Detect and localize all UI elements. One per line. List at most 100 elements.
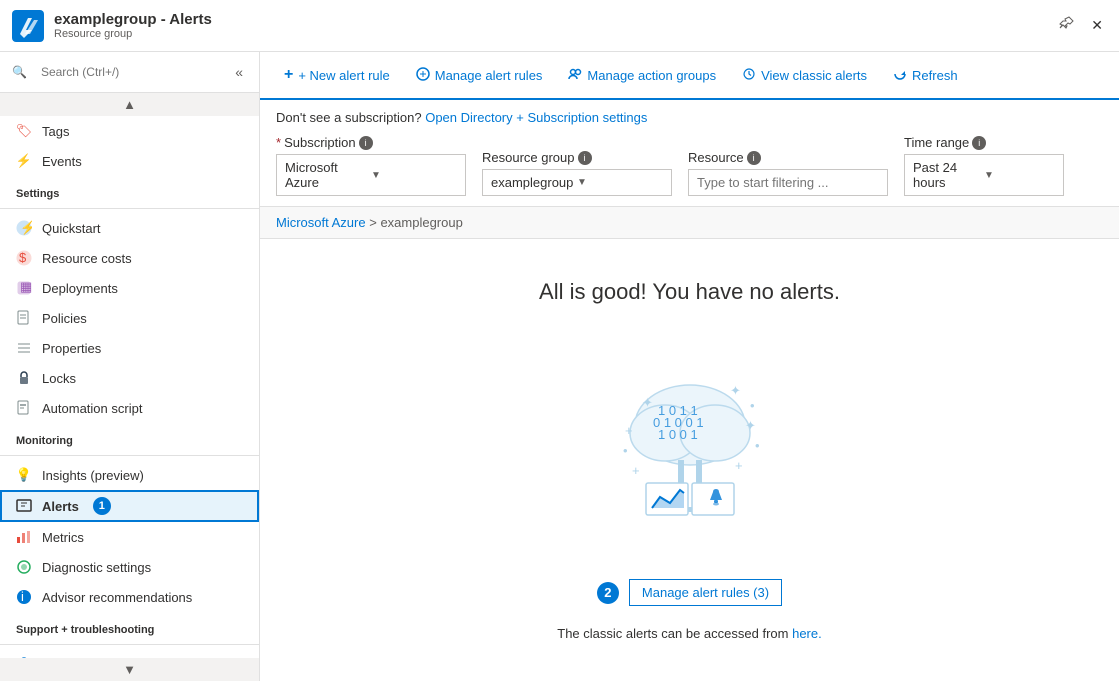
sidebar-label-deployments: Deployments (42, 281, 118, 296)
filter-group-resource: Resource i (688, 150, 888, 196)
sidebar: 🔍 « ▲ 🏷 Tags ⚡ Events Settings ⚡ (0, 52, 260, 681)
manage-link-badge: 2 (597, 582, 619, 604)
open-directory-link[interactable]: Open Directory + Subscription settings (425, 110, 647, 125)
sidebar-item-support[interactable]: New support request (0, 649, 259, 658)
diagnostic-icon (16, 559, 32, 575)
svg-text:$: $ (19, 250, 27, 265)
time-range-label: Time range i (904, 135, 1064, 150)
policies-icon (16, 310, 32, 326)
section-settings: Settings (0, 176, 259, 204)
sidebar-item-events[interactable]: ⚡ Events (0, 146, 259, 176)
breadcrumb-separator: > (369, 215, 380, 230)
manage-alert-rules-icon (416, 67, 430, 84)
subscription-info-icon[interactable]: i (359, 136, 373, 150)
sidebar-label-metrics: Metrics (42, 530, 84, 545)
sidebar-label-automation: Automation script (42, 401, 142, 416)
search-input[interactable] (33, 61, 225, 83)
content-area: + + New alert rule Manage alert rules Ma… (260, 52, 1119, 681)
subscription-dropdown[interactable]: Microsoft Azure ▼ (276, 154, 466, 196)
sidebar-label-quickstart: Quickstart (42, 221, 101, 236)
resource-label: Resource i (688, 150, 888, 165)
svg-text:•: • (623, 443, 628, 458)
new-alert-rule-button[interactable]: + + New alert rule (272, 60, 402, 90)
manage-action-groups-label: Manage action groups (587, 68, 716, 83)
filter-row: * Subscription i Microsoft Azure ▼ Resou… (276, 135, 1103, 196)
sidebar-label-properties: Properties (42, 341, 101, 356)
required-star: * (276, 135, 281, 150)
svg-text:⚡: ⚡ (20, 220, 32, 236)
svg-text:✦: ✦ (745, 418, 756, 433)
svg-text:1 0 0 1: 1 0 0 1 (658, 427, 698, 442)
pin-button[interactable] (1055, 11, 1079, 40)
sidebar-item-advisor[interactable]: i Advisor recommendations (0, 582, 259, 612)
manage-action-groups-icon (568, 67, 582, 84)
metrics-icon (16, 529, 32, 545)
sidebar-item-locks[interactable]: Locks (0, 363, 259, 393)
resource-input[interactable] (688, 169, 888, 196)
sidebar-item-properties[interactable]: Properties (0, 333, 259, 363)
sidebar-search-bar: 🔍 « (0, 52, 259, 93)
no-alerts-title: All is good! You have no alerts. (539, 279, 840, 305)
breadcrumb-parent-link[interactable]: Microsoft Azure (276, 215, 366, 230)
sidebar-item-deployments[interactable]: ▦ Deployments (0, 273, 259, 303)
toolbar: + + New alert rule Manage alert rules Ma… (260, 52, 1119, 100)
subscription-label: * Subscription i (276, 135, 466, 150)
events-icon: ⚡ (16, 153, 32, 169)
sidebar-item-alerts[interactable]: Alerts 1 (0, 490, 259, 522)
refresh-button[interactable]: Refresh (881, 61, 970, 90)
title-bar: examplegroup - Alerts Resource group ✕ (0, 0, 1119, 52)
new-alert-rule-label: + New alert rule (298, 68, 389, 83)
sidebar-label-policies: Policies (42, 311, 87, 326)
classic-link[interactable]: here. (792, 626, 822, 641)
resource-costs-icon: $ (16, 250, 32, 266)
alerts-badge: 1 (93, 497, 111, 515)
divider-support (0, 644, 259, 645)
sidebar-item-diagnostic[interactable]: Diagnostic settings (0, 552, 259, 582)
sidebar-item-insights[interactable]: 💡 Insights (preview) (0, 460, 259, 490)
tags-icon: 🏷 (16, 123, 32, 139)
view-classic-alerts-icon (742, 67, 756, 84)
sidebar-item-policies[interactable]: Policies (0, 303, 259, 333)
sidebar-item-quickstart[interactable]: ⚡ Quickstart (0, 213, 259, 243)
azure-icon (12, 10, 44, 42)
sidebar-label-advisor: Advisor recommendations (42, 590, 192, 605)
resource-group-info-icon[interactable]: i (578, 151, 592, 165)
close-button[interactable]: ✕ (1087, 11, 1107, 40)
sidebar-item-metrics[interactable]: Metrics (0, 522, 259, 552)
manage-alert-rules-link-button[interactable]: Manage alert rules (3) (629, 579, 782, 606)
title-bar-left: examplegroup - Alerts Resource group (12, 10, 212, 42)
svg-text:✦: ✦ (730, 383, 741, 398)
sidebar-scroll-up-button[interactable]: ▲ (0, 93, 259, 116)
manage-action-groups-button[interactable]: Manage action groups (556, 61, 728, 90)
view-classic-alerts-button[interactable]: View classic alerts (730, 61, 879, 90)
sidebar-items-list: 🏷 Tags ⚡ Events Settings ⚡ Quickstart (0, 116, 259, 658)
sidebar-item-resource-costs[interactable]: $ Resource costs (0, 243, 259, 273)
filter-notice-text: Don't see a subscription? (276, 110, 422, 125)
svg-text:+: + (632, 463, 640, 478)
manage-alert-rules-link-label: Manage alert rules (3) (642, 585, 769, 600)
new-alert-rule-icon: + (284, 66, 293, 84)
resource-group-label: Resource group i (482, 150, 672, 165)
manage-alert-rules-button[interactable]: Manage alert rules (404, 61, 555, 90)
sidebar-label-tags: Tags (42, 124, 69, 139)
filter-group-subscription: * Subscription i Microsoft Azure ▼ (276, 135, 466, 196)
sidebar-item-tags[interactable]: 🏷 Tags (0, 116, 259, 146)
resource-group-dropdown[interactable]: examplegroup ▼ (482, 169, 672, 196)
alerts-icon (16, 498, 32, 514)
window-subtitle: Resource group (54, 28, 212, 40)
sidebar-item-automation[interactable]: Automation script (0, 393, 259, 423)
main-layout: 🔍 « ▲ 🏷 Tags ⚡ Events Settings ⚡ (0, 52, 1119, 681)
subscription-value: Microsoft Azure (285, 160, 371, 190)
resource-info-icon[interactable]: i (747, 151, 761, 165)
time-range-dropdown[interactable]: Past 24 hours ▼ (904, 154, 1064, 196)
sidebar-label-diagnostic: Diagnostic settings (42, 560, 151, 575)
sidebar-label-alerts: Alerts (42, 499, 79, 514)
time-range-chevron: ▼ (984, 170, 1055, 181)
sidebar-scroll-down-button[interactable]: ▼ (0, 658, 259, 681)
time-range-value: Past 24 hours (913, 160, 984, 190)
deployments-icon: ▦ (16, 280, 32, 296)
sidebar-collapse-button[interactable]: « (231, 60, 247, 84)
time-range-info-icon[interactable]: i (972, 136, 986, 150)
svg-text:•: • (750, 398, 755, 413)
title-bar-title: examplegroup - Alerts Resource group (54, 11, 212, 40)
